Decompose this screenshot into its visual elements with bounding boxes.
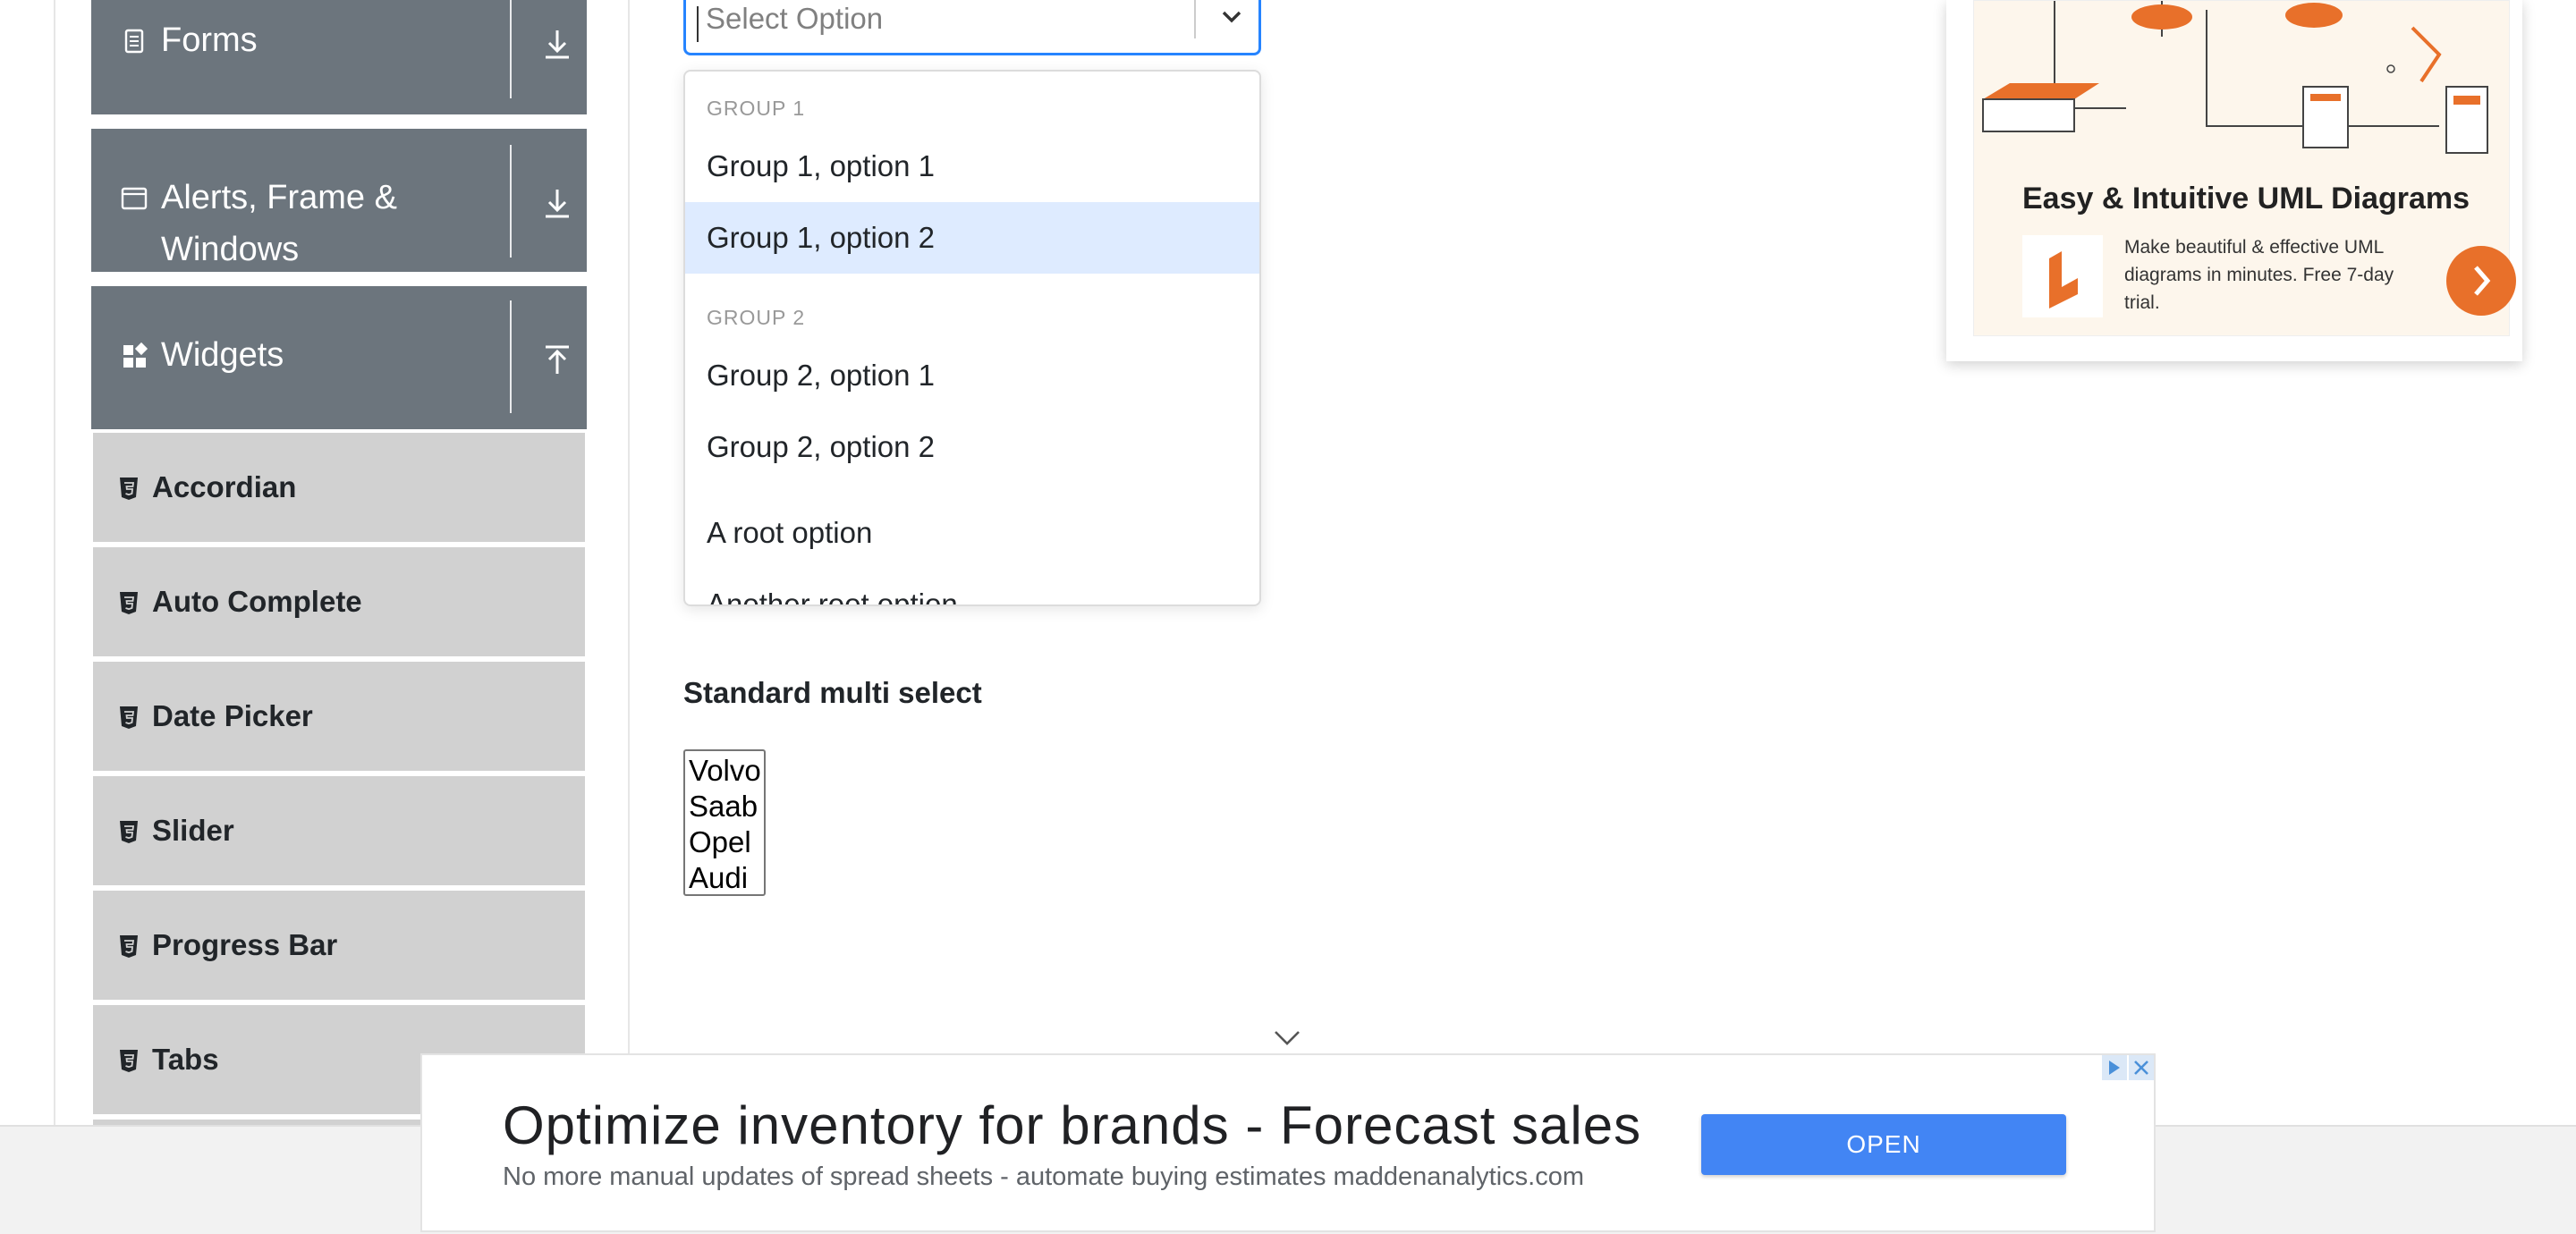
download-icon[interactable]	[533, 179, 581, 227]
select-placeholder: Select Option	[706, 2, 884, 35]
sidebar-group-label-line1: Alerts, Frame &	[161, 179, 397, 216]
sidebar-item-label: Progress Bar	[152, 928, 338, 961]
sidebar-item-date-picker[interactable]: Date Picker	[93, 662, 585, 771]
multi-select-option[interactable]: Saab	[685, 789, 764, 824]
multi-select-option[interactable]: Audi	[685, 860, 764, 896]
window-icon	[121, 187, 148, 210]
multi-select-option[interactable]: Opel	[685, 824, 764, 860]
ad-open-button[interactable]: OPEN	[1701, 1114, 2066, 1175]
ad-description: Make beautiful & effective UML diagrams …	[2124, 237, 2394, 313]
lucidchart-logo-icon	[2022, 235, 2103, 317]
group-heading: GROUP 1	[707, 97, 806, 120]
content-border	[628, 0, 630, 1127]
sidebar-group-label: Forms	[161, 21, 258, 59]
select-option-input[interactable]: Select Option	[683, 0, 1261, 55]
html5-icon	[120, 935, 138, 958]
sidebar-group-alerts[interactable]: Alerts, Frame & Windows	[91, 129, 587, 272]
sidebar-group-widgets[interactable]: Widgets	[91, 286, 587, 429]
ad-content: Easy & Intuitive UML Diagrams Make beaut…	[1973, 0, 2516, 336]
uml-illustration-icon	[1982, 1, 2488, 154]
select-option[interactable]: Group 2, option 1	[685, 340, 1259, 411]
indicator-separator	[1194, 0, 1196, 38]
sidebar-group-label-line2: Windows	[161, 231, 300, 268]
multi-select-option[interactable]: Volvo	[685, 753, 764, 789]
select-option[interactable]: A root option	[685, 497, 1259, 569]
document-icon	[124, 29, 144, 54]
close-icon[interactable]	[2129, 1055, 2154, 1080]
sidebar-item-label: Slider	[152, 814, 234, 847]
sidebar-group-label: Widgets	[161, 336, 284, 374]
ad-card[interactable]: Easy & Intuitive UML Diagrams Make beaut…	[1946, 0, 2522, 361]
sidebar-item-label: Accordian	[152, 470, 297, 503]
sidebar-item-label: Auto Complete	[152, 585, 362, 618]
text-caret	[697, 6, 699, 42]
html5-icon	[120, 821, 138, 843]
divider	[510, 145, 512, 258]
html5-icon	[120, 1050, 138, 1072]
select-option[interactable]: Group 2, option 2	[685, 411, 1259, 483]
widgets-icon	[123, 342, 148, 368]
divider	[510, 300, 512, 413]
group-heading: GROUP 2	[707, 306, 806, 329]
chevron-down-icon[interactable]	[1272, 1027, 1302, 1050]
multi-select-label: Standard multi select	[683, 676, 982, 709]
sidebar-item-progress-bar[interactable]: Progress Bar	[93, 891, 585, 1000]
divider	[510, 0, 512, 98]
sidebar-group-forms[interactable]: Forms	[91, 0, 587, 114]
sidebar-item-auto-complete[interactable]: Auto Complete	[93, 547, 585, 656]
page-border-left	[54, 0, 55, 1127]
sidebar-item-label: Date Picker	[152, 699, 313, 732]
select-option[interactable]: Another root option	[685, 569, 1259, 604]
ad-subtitle: No more manual updates of spread sheets …	[503, 1162, 1584, 1191]
html5-icon	[120, 706, 138, 729]
upload-icon[interactable]	[533, 336, 581, 385]
download-icon[interactable]	[533, 20, 581, 68]
select-menu: GROUP 1 Group 1, option 1 Group 1, optio…	[683, 70, 1261, 606]
select-option-focused[interactable]: Group 1, option 2	[685, 202, 1259, 274]
ad-headline: Optimize inventory for brands - Forecast…	[503, 1095, 1642, 1155]
html5-icon	[120, 592, 138, 614]
bottom-banner-ad[interactable]: Optimize inventory for brands - Forecast…	[420, 1053, 2156, 1232]
ad-info-icon[interactable]	[2102, 1055, 2127, 1080]
ad-title: Easy & Intuitive UML Diagrams	[2022, 182, 2470, 216]
ad-go-button[interactable]	[2446, 246, 2516, 316]
chevron-down-icon[interactable]	[1214, 0, 1250, 35]
cars-multi-select[interactable]: Volvo Saab Opel Audi	[683, 749, 766, 896]
sidebar-item-accordian[interactable]: Accordian	[93, 433, 585, 542]
sidebar-item-label: Tabs	[152, 1043, 219, 1076]
chevron-right-icon	[2474, 266, 2491, 296]
sidebar-item-slider[interactable]: Slider	[93, 776, 585, 885]
select-option[interactable]: Group 1, option 1	[685, 131, 1259, 202]
html5-icon	[120, 478, 138, 500]
